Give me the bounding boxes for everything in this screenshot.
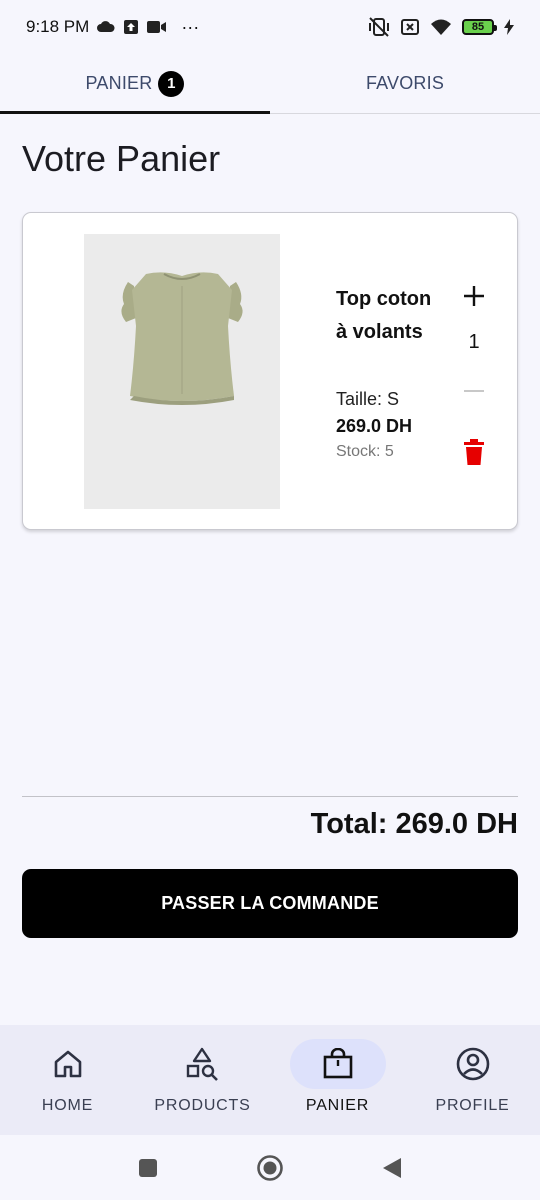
status-more-dots: ···: [181, 16, 200, 37]
delete-item-button[interactable]: [460, 437, 488, 467]
status-time: 9:18 PM: [26, 17, 90, 36]
nav-label-home: HOME: [41, 1097, 94, 1114]
quantity-value: 1: [468, 331, 480, 353]
product-size: Taille: S: [336, 389, 400, 409]
decrease-quantity-button[interactable]: [459, 376, 489, 406]
cart-total: Total: 269.0 DH: [310, 808, 518, 840]
recents-button[interactable]: [133, 1153, 163, 1183]
tab-favoris[interactable]: FAVORIS: [270, 54, 540, 113]
nav-item-panier[interactable]: PANIER: [270, 1025, 405, 1135]
vibrate-off-icon: [368, 17, 390, 37]
back-triangle-icon: [383, 1157, 401, 1178]
cart-tabs: PANIER 1 FAVORIS: [0, 54, 540, 114]
nav-item-home[interactable]: HOME: [0, 1025, 135, 1135]
checkout-button[interactable]: PASSER LA COMMANDE: [22, 869, 518, 938]
home-icon: [54, 1050, 81, 1078]
sim-off-icon: [400, 17, 420, 37]
tab-favoris-label: FAVORIS: [365, 73, 445, 93]
product-name: Top coton à volants: [336, 288, 432, 343]
product-image: [84, 234, 280, 509]
cart-item-card: Top coton à volants Taille: S 269.0 DH S…: [22, 212, 518, 530]
nav-item-profile[interactable]: PROFILE: [405, 1025, 540, 1135]
trash-icon: [464, 439, 484, 465]
product-price: 269.0 DH: [336, 416, 413, 436]
product-stock: Stock: 5: [336, 443, 394, 460]
shapes-search-icon: [186, 1047, 218, 1081]
tab-panier-label: PANIER: [85, 73, 153, 93]
cloud-icon: [97, 21, 115, 33]
nav-item-products[interactable]: PRODUCTS: [135, 1025, 270, 1135]
ruffle-top-image: [84, 234, 280, 509]
plus-icon: [464, 286, 484, 306]
status-bar: 9:18 PM ··· 85: [0, 0, 540, 54]
circle-icon: [257, 1154, 283, 1181]
upload-icon: [123, 19, 139, 35]
nav-label-products: PRODUCTS: [154, 1097, 251, 1114]
battery-icon: 85: [462, 19, 497, 35]
home-system-button[interactable]: [255, 1153, 285, 1183]
nav-label-panier: PANIER: [305, 1097, 370, 1114]
cart-count-badge: 1: [158, 70, 185, 97]
minus-icon: [464, 390, 484, 392]
square-icon: [139, 1158, 157, 1177]
total-divider: [22, 796, 518, 797]
profile-icon: [456, 1047, 489, 1081]
nav-label-profile: PROFILE: [435, 1097, 510, 1114]
system-navigation-bar: [0, 1135, 540, 1200]
back-button[interactable]: [377, 1153, 407, 1183]
bottom-navigation: HOME PRODUCTS PANIER PROFILE: [0, 1025, 540, 1135]
shopping-bag-icon: [323, 1048, 352, 1079]
tab-panier[interactable]: PANIER 1: [0, 54, 270, 114]
charging-icon: [504, 19, 514, 35]
video-icon: [147, 20, 167, 34]
wifi-icon: [430, 18, 452, 36]
increase-quantity-button[interactable]: [459, 281, 489, 311]
page-title: Votre Panier: [22, 138, 221, 179]
